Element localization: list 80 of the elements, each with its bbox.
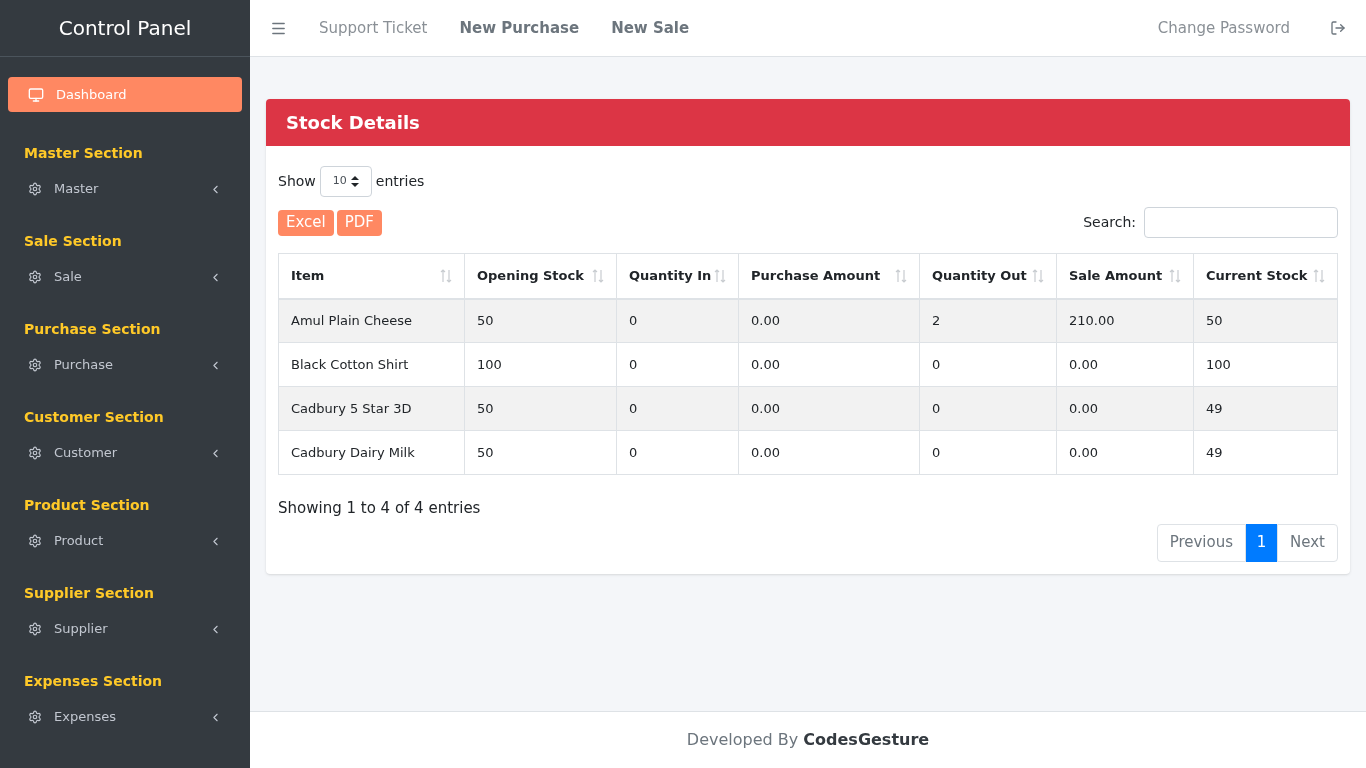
table-cell: 0: [616, 430, 739, 475]
table-cell: 0.00: [1056, 386, 1194, 431]
gear-icon: [28, 270, 42, 284]
table-cell: Amul Plain Cheese: [278, 298, 465, 343]
footer-text: Developed By CodesGesture: [686, 729, 930, 751]
table-cell: 0: [919, 430, 1057, 475]
section-heading: Supplier Section: [24, 584, 155, 603]
search-field[interactable]: [1144, 207, 1338, 238]
gear-icon: [28, 358, 42, 372]
gear-icon: [28, 446, 42, 460]
table-info: Showing 1 to 4 of 4 entries: [278, 498, 482, 519]
section-heading: Customer Section: [24, 408, 165, 427]
column-header[interactable]: Current Stock: [1193, 253, 1338, 299]
section-heading: Purchase Section: [24, 320, 162, 339]
sort-icon: [714, 268, 726, 283]
card-title: Stock Details: [286, 111, 420, 135]
table-cell: 50: [464, 430, 617, 475]
section-heading: Expenses Section: [24, 672, 164, 691]
table-cell: 0: [616, 342, 739, 387]
gear-icon: [28, 622, 42, 636]
table-cell: 0.00: [738, 298, 920, 343]
table-cell: 0: [919, 342, 1057, 387]
column-header[interactable]: Purchase Amount: [738, 253, 920, 299]
sidebar-menu-item[interactable]: Master: [24, 178, 226, 200]
table-cell: 50: [464, 386, 617, 431]
sort-icon: [1169, 268, 1181, 283]
search-label: Search:: [1083, 213, 1136, 232]
sidebar-menu-item[interactable]: Sale: [24, 266, 226, 288]
sidebar-menu-item[interactable]: Expenses: [24, 706, 226, 728]
table-cell: 0.00: [1056, 430, 1194, 475]
gear-icon: [28, 710, 42, 724]
gear-icon: [28, 534, 42, 548]
table-cell: 100: [464, 342, 617, 387]
gear-icon: [28, 182, 42, 196]
sidebar-menu-item[interactable]: Purchase: [24, 354, 226, 376]
table-cell: 2: [919, 298, 1057, 343]
column-header[interactable]: Opening Stock: [464, 253, 617, 299]
table-cell: 50: [1193, 298, 1338, 343]
next-button[interactable]: Next: [1277, 523, 1338, 562]
page-button[interactable]: 1: [1246, 523, 1278, 562]
sidebar-title: Control Panel: [58, 15, 192, 42]
table-cell: 49: [1193, 430, 1338, 475]
sort-caret-icon: [350, 176, 359, 187]
column-header[interactable]: Quantity In: [616, 253, 739, 299]
table-cell: 0.00: [738, 430, 920, 475]
show-label: Show: [278, 172, 316, 191]
table-cell: 100: [1193, 342, 1338, 387]
table-cell: Black Cotton Shirt: [278, 342, 465, 387]
column-header[interactable]: Sale Amount: [1056, 253, 1194, 299]
table-cell: Cadbury 5 Star 3D: [278, 386, 465, 431]
monitor-icon: [28, 86, 44, 103]
nav-link[interactable]: New Sale: [611, 16, 690, 40]
entries-label: entries: [375, 172, 425, 191]
table-cell: 0.00: [1056, 342, 1194, 387]
sort-icon: [1313, 268, 1325, 283]
sort-icon: [895, 268, 907, 283]
section-heading: Sale Section: [24, 232, 123, 251]
table-cell: 0.00: [738, 342, 920, 387]
section-heading: Master Section: [24, 144, 144, 163]
previous-button[interactable]: Previous: [1156, 523, 1247, 562]
table-cell: 50: [464, 298, 617, 343]
table-cell: 0: [616, 386, 739, 431]
table-cell: Cadbury Dairy Milk: [278, 430, 465, 475]
table-cell: 0: [919, 386, 1057, 431]
column-header[interactable]: Item: [278, 253, 465, 299]
sidebar-menu-item[interactable]: Customer: [24, 442, 226, 464]
sidebar-menu-item[interactable]: Product: [24, 530, 226, 552]
nav-link[interactable]: New Purchase: [459, 16, 580, 40]
sort-icon: [592, 268, 604, 283]
section-heading: Product Section: [24, 496, 151, 515]
sort-icon: [440, 268, 452, 283]
table-cell: 49: [1193, 386, 1338, 431]
sidebar-menu-item[interactable]: Supplier: [24, 618, 226, 640]
table-cell: 0: [616, 298, 739, 343]
page-size-select[interactable]: 10: [319, 166, 372, 197]
logout-icon[interactable]: [1330, 20, 1346, 36]
column-header[interactable]: Quantity Out: [919, 253, 1057, 299]
table-cell: 0.00: [738, 386, 920, 431]
table-cell: 210.00: [1056, 298, 1194, 343]
sort-icon: [1032, 268, 1044, 283]
